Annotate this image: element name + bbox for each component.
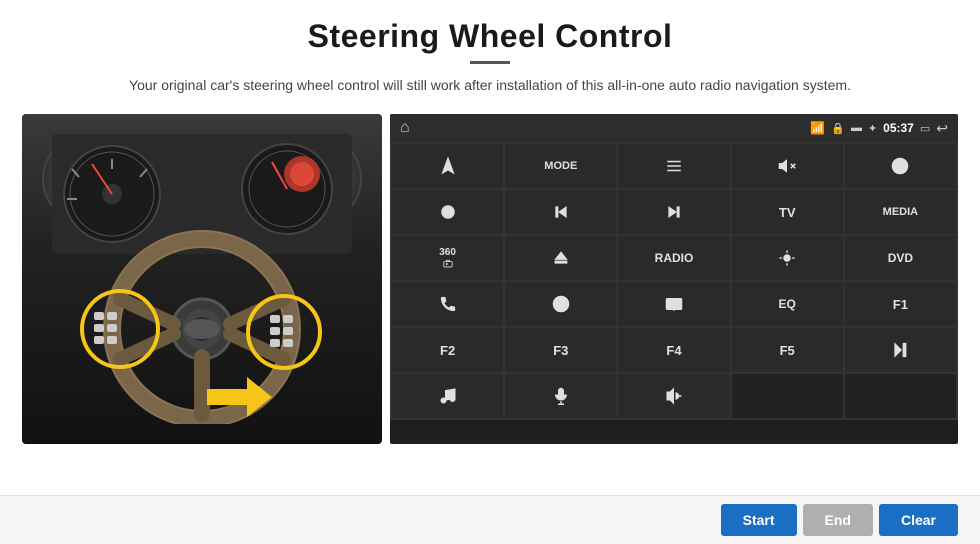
mute-btn[interactable] [732, 144, 843, 188]
empty-btn-1 [732, 374, 843, 418]
music-btn[interactable]: ♪ [392, 374, 503, 418]
status-bar-right: 📶 🔒 ▬ ✦ 05:37 ▭ ↩ [810, 120, 948, 137]
eject-btn[interactable] [505, 236, 616, 280]
media-btn[interactable]: MEDIA [845, 190, 956, 234]
eq-btn[interactable]: EQ [732, 282, 843, 326]
f1-btn[interactable]: F1 [845, 282, 956, 326]
page-subtitle: Your original car's steering wheel contr… [40, 74, 940, 96]
empty-btn-2 [845, 374, 956, 418]
grid-btn[interactable] [845, 144, 956, 188]
header-section: Steering Wheel Control Your original car… [0, 0, 980, 106]
home-icon[interactable]: ⌂ [400, 119, 410, 137]
radio-btn[interactable]: RADIO [618, 236, 729, 280]
battery-icon: ▭ [920, 122, 930, 135]
tv-btn[interactable]: TV [732, 190, 843, 234]
f4-btn[interactable]: F4 [618, 328, 729, 372]
settings-btn[interactable] [392, 190, 503, 234]
page-title: Steering Wheel Control [40, 18, 940, 55]
start-button[interactable]: Start [721, 504, 797, 536]
back-icon[interactable]: ↩ [936, 120, 948, 137]
mic-btn[interactable] [505, 374, 616, 418]
f3-btn[interactable]: F3 [505, 328, 616, 372]
title-divider [470, 61, 510, 64]
prev-btn[interactable] [505, 190, 616, 234]
content-row: ⌂ 📶 🔒 ▬ ✦ 05:37 ▭ ↩ [0, 114, 980, 444]
status-bar: ⌂ 📶 🔒 ▬ ✦ 05:37 ▭ ↩ [390, 114, 958, 142]
f5-btn[interactable]: F5 [732, 328, 843, 372]
mode-btn[interactable]: MODE [505, 144, 616, 188]
button-grid: MODE [390, 142, 958, 420]
steering-wheel-svg [22, 114, 382, 444]
clear-button[interactable]: Clear [879, 504, 958, 536]
brightness-btn[interactable] [732, 236, 843, 280]
time-display: 05:37 [883, 121, 914, 135]
lock-icon: 🔒 [831, 122, 845, 135]
status-bar-left: ⌂ [400, 119, 410, 137]
f2-btn[interactable]: F2 [392, 328, 503, 372]
page-container: Steering Wheel Control Your original car… [0, 0, 980, 544]
wifi-icon: 📶 [810, 121, 825, 135]
screen-btn[interactable] [618, 282, 729, 326]
next-btn[interactable] [618, 190, 729, 234]
bluetooth-icon: ✦ [868, 122, 877, 135]
vol-phone-btn[interactable] [618, 374, 729, 418]
navigate-btn[interactable] [392, 144, 503, 188]
dvd-btn[interactable]: DVD [845, 236, 956, 280]
bottom-section: Start End Clear [0, 495, 980, 544]
control-panel: ⌂ 📶 🔒 ▬ ✦ 05:37 ▭ ↩ [390, 114, 958, 444]
phone-btn[interactable] [392, 282, 503, 326]
car-image-section [22, 114, 382, 444]
nav-btn[interactable] [505, 282, 616, 326]
playpause-btn[interactable] [845, 328, 956, 372]
sd-icon: ▬ [851, 122, 862, 134]
end-button[interactable]: End [803, 504, 873, 536]
list-btn[interactable] [618, 144, 729, 188]
camera360-btn[interactable]: 360 [392, 236, 503, 280]
